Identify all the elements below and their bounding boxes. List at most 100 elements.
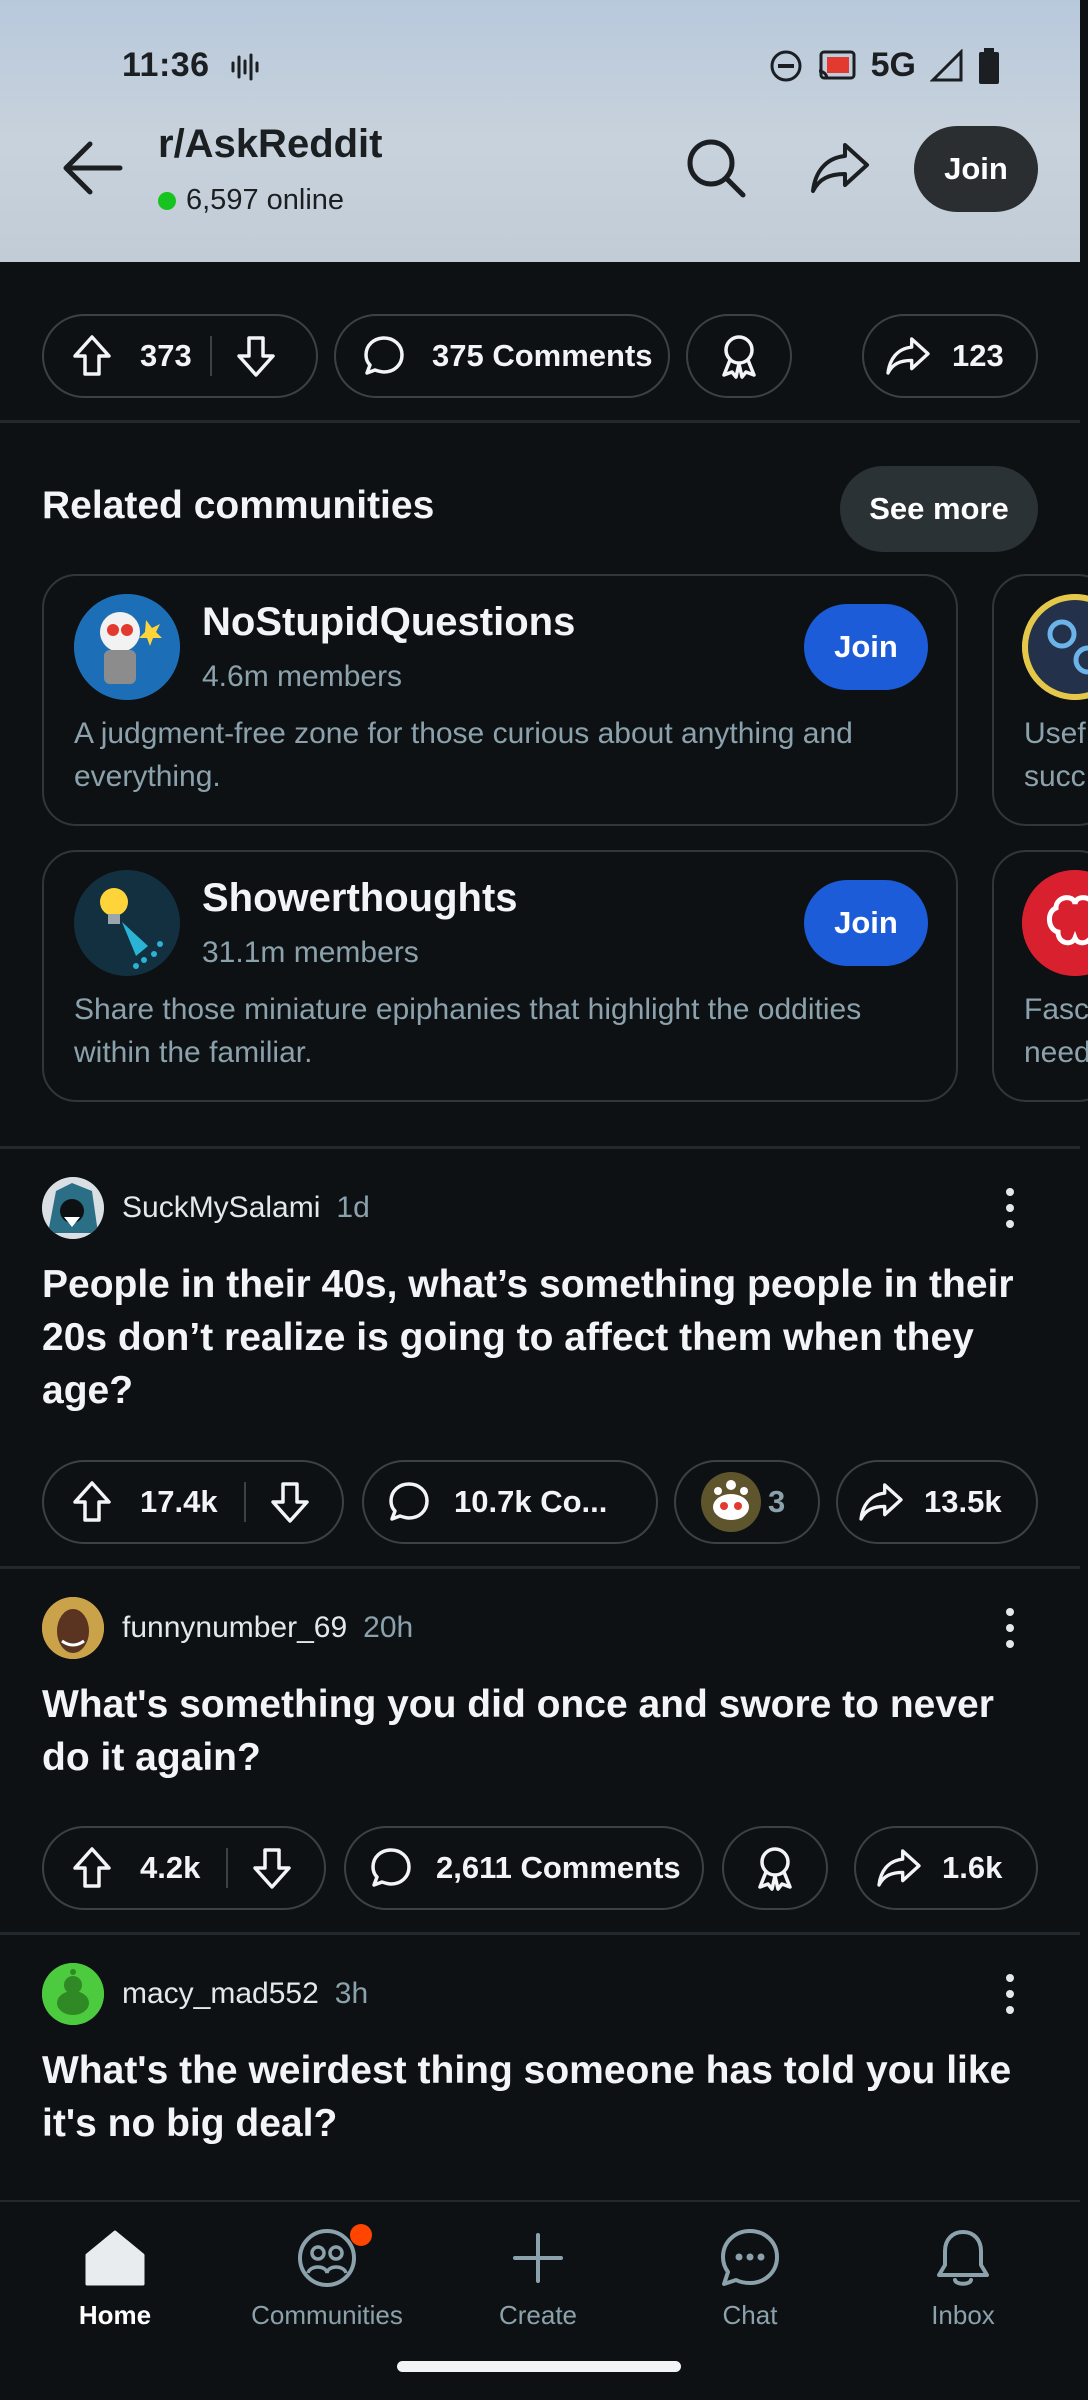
nav-home-label: Home [78, 2300, 152, 2330]
join-community-button[interactable]: Join [804, 604, 928, 690]
post-title[interactable]: What's something you did once and swore … [42, 1678, 1052, 1784]
award-count: 3 [768, 1484, 786, 1519]
nav-communities[interactable]: Communities [227, 2222, 427, 2342]
community-avatar [1022, 594, 1088, 700]
online-dot [158, 191, 176, 210]
see-more-button[interactable]: See more [840, 466, 1038, 552]
share-icon [811, 143, 869, 193]
community-card[interactable]: Showerthoughts 31.1m members Share those… [42, 850, 958, 1102]
dnd-icon [770, 50, 802, 81]
post-meta: macy_mad552 3h [42, 1962, 368, 2026]
post-title[interactable]: People in their 40s, what’s something pe… [42, 1258, 1052, 1417]
status-icons: 5G [769, 46, 1000, 85]
share-pill-icon-wrap [856, 1848, 942, 1888]
upvote-count: 17.4k [140, 1484, 218, 1519]
award-icon [758, 1847, 792, 1891]
community-name: NoStupidQuestions [202, 600, 576, 644]
comments-label: 2,611 Comments [436, 1850, 681, 1885]
nav-chat-icon-wrap [719, 2222, 781, 2294]
divider [0, 420, 1080, 423]
share-count: 13.5k [924, 1484, 1002, 1519]
status-bar: 11:36 5G [0, 0, 1080, 130]
search-button[interactable] [680, 128, 752, 208]
upvote-button[interactable] [44, 1846, 140, 1890]
back-button[interactable] [58, 128, 128, 208]
kebab-dot [1006, 1220, 1014, 1228]
nav-home-icon-wrap [84, 2222, 146, 2294]
avatar[interactable] [42, 1177, 104, 1239]
subreddit-header: 11:36 5G r/AskReddit 6,597 online Join [0, 0, 1080, 262]
post-meta: SuckMySalami 1d [42, 1176, 370, 1240]
award-icon [722, 335, 756, 379]
downvote-button[interactable] [212, 334, 300, 378]
award-button[interactable] [722, 1826, 828, 1910]
award-button[interactable] [686, 314, 792, 398]
community-card-peek[interactable]: Usef succ [992, 574, 1088, 826]
downvote-button[interactable] [228, 1846, 316, 1890]
post-author[interactable]: macy_mad552 [122, 1977, 319, 2011]
share-button[interactable] [800, 128, 880, 208]
kebab-dot [1006, 1608, 1014, 1616]
community-card[interactable]: NoStupidQuestions 4.6m members A judgmen… [42, 574, 958, 826]
comment-icon-wrap [346, 1847, 436, 1889]
comment-icon [364, 336, 404, 375]
post-actions: 373 375 Comments 123 [0, 314, 1080, 404]
home-indicator[interactable] [397, 2361, 681, 2372]
post-age: 3h [334, 1977, 369, 2010]
post-options-button[interactable] [990, 1962, 1030, 2026]
snoo-avatar-icon [42, 1963, 104, 2025]
post-author[interactable]: funnynumber_69 [122, 1611, 347, 1645]
subreddit-name[interactable]: r/AskReddit [158, 122, 383, 167]
post-title[interactable]: What's the weirdest thing someone has to… [42, 2044, 1052, 2150]
nav-create[interactable]: Create [438, 2222, 638, 2342]
join-subreddit-button[interactable]: Join [914, 126, 1038, 212]
share-count: 1.6k [942, 1850, 1003, 1885]
upvote-button[interactable] [44, 1480, 140, 1524]
share-pill[interactable]: 13.5k [836, 1460, 1038, 1544]
post-actions: 17.4k 10.7k Co... 3 13.5k [0, 1460, 1080, 1550]
nav-communities-label: Communities [251, 2300, 403, 2330]
vote-pill: 373 [42, 314, 318, 398]
gears-avatar-icon [1022, 594, 1088, 700]
upvote-count: 4.2k [140, 1850, 201, 1885]
search-icon [687, 139, 746, 198]
notification-dot [350, 2224, 372, 2246]
arrow-left-icon [63, 141, 123, 195]
cast-icon [818, 50, 856, 79]
downvote-icon [253, 1848, 291, 1889]
post-options-button[interactable] [990, 1176, 1030, 1240]
join-community-button[interactable]: Join [804, 880, 928, 966]
nav-home[interactable]: Home [15, 2222, 215, 2342]
nav-inbox-icon-wrap [934, 2222, 992, 2294]
plus-icon [513, 2233, 563, 2283]
share-pill[interactable]: 123 [862, 314, 1038, 398]
avatar[interactable] [42, 1597, 104, 1659]
community-card-peek[interactable]: Fasc need [992, 850, 1088, 1102]
post-age: 1d [336, 1191, 370, 1224]
community-members: 4.6m members [202, 660, 403, 693]
share-pill[interactable]: 1.6k [854, 1826, 1038, 1910]
communities-icon [298, 2229, 356, 2287]
kebab-dot [1006, 1204, 1014, 1212]
share-pill-icon-wrap [864, 336, 952, 376]
comment-icon [389, 1482, 429, 1521]
nav-chat[interactable]: Chat [650, 2222, 850, 2342]
nav-inbox[interactable]: Inbox [863, 2222, 1063, 2342]
upvote-icon [73, 335, 111, 376]
related-communities-title: Related communities [42, 484, 435, 527]
comments-button[interactable]: 375 Comments [334, 314, 670, 398]
home-icon [85, 2230, 145, 2286]
brain-avatar-icon [1022, 870, 1088, 976]
post-options-button[interactable] [990, 1596, 1030, 1660]
post-age: 20h [363, 1611, 414, 1644]
upvote-button[interactable] [44, 334, 140, 378]
divider [0, 1932, 1080, 1935]
award-button[interactable]: 3 [674, 1460, 820, 1544]
avatar[interactable] [42, 1963, 104, 2025]
community-description: Share those miniature epiphanies that hi… [74, 993, 862, 1069]
downvote-button[interactable] [246, 1480, 334, 1524]
comments-button[interactable]: 10.7k Co... [362, 1460, 658, 1544]
nav-communities-icon-wrap [296, 2222, 372, 2294]
comments-button[interactable]: 2,611 Comments [344, 1826, 704, 1910]
post-author[interactable]: SuckMySalami [122, 1191, 320, 1225]
